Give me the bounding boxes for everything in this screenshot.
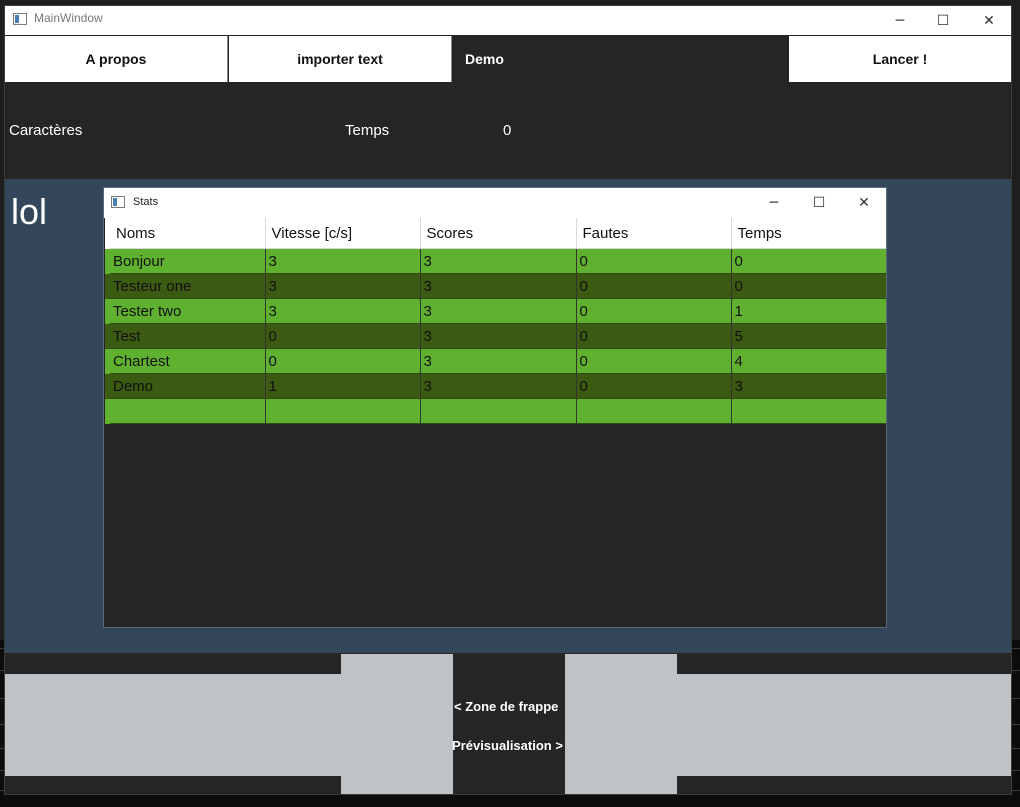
- table-cell[interactable]: 4: [731, 348, 886, 374]
- table-cell[interactable]: 0: [576, 273, 732, 299]
- top-nav: A propos importer text Demo Lancer !: [5, 36, 1011, 83]
- typing-zone-label: < Zone de frappe: [454, 699, 559, 714]
- maximize-button[interactable]: ☐: [920, 6, 966, 35]
- table-cell[interactable]: 0: [576, 323, 732, 349]
- table-cell[interactable]: [731, 398, 886, 424]
- stats-window: Stats ─ ☐ ✕ Noms Vitesse [c/s] Scores Fa…: [103, 187, 887, 628]
- column-header-scores[interactable]: Scores: [420, 218, 577, 249]
- typing-zone-box[interactable]: [341, 654, 453, 794]
- table-cell[interactable]: 3: [420, 323, 577, 349]
- table-row[interactable]: Bonjour 3 3 0 0: [105, 248, 886, 274]
- table-cell[interactable]: 0: [731, 273, 886, 299]
- bottom-panel: < Zone de frappe Prévisualisation >: [5, 654, 1011, 794]
- table-cell[interactable]: 0: [576, 348, 732, 374]
- table-cell[interactable]: 1: [731, 298, 886, 324]
- import-text-button[interactable]: importer text: [229, 36, 452, 82]
- demo-tab[interactable]: Demo: [465, 36, 765, 82]
- time-label: Temps: [345, 122, 390, 139]
- stats-minimize-button[interactable]: ─: [751, 188, 797, 218]
- characters-label: Caractères: [9, 122, 83, 139]
- table-cell[interactable]: 0: [576, 298, 732, 324]
- about-button[interactable]: A propos: [5, 36, 228, 82]
- main-window-title: MainWindow: [34, 11, 103, 25]
- stats-titlebar[interactable]: Stats ─ ☐ ✕: [104, 188, 886, 218]
- table-cell[interactable]: [265, 398, 421, 424]
- preview-label: Prévisualisation >: [452, 738, 563, 753]
- display-text: lol: [11, 191, 48, 232]
- table-cell[interactable]: [110, 398, 266, 424]
- table-cell[interactable]: 0: [265, 348, 421, 374]
- launch-button[interactable]: Lancer !: [789, 36, 1011, 82]
- table-cell[interactable]: 3: [420, 298, 577, 324]
- table-cell[interactable]: 3: [420, 273, 577, 299]
- column-header-speed[interactable]: Vitesse [c/s]: [265, 218, 421, 249]
- table-cell[interactable]: 3: [265, 248, 421, 274]
- table-row[interactable]: Test 0 3 0 5: [105, 323, 886, 349]
- table-cell[interactable]: 3: [420, 373, 577, 399]
- table-cell[interactable]: 3: [420, 348, 577, 374]
- table-cell[interactable]: 5: [731, 323, 886, 349]
- table-cell[interactable]: 0: [731, 248, 886, 274]
- table-cell[interactable]: 0: [576, 373, 732, 399]
- table-cell[interactable]: 3: [265, 273, 421, 299]
- table-row[interactable]: Tester two 3 3 0 1: [105, 298, 886, 324]
- column-header-names[interactable]: Noms: [110, 218, 266, 249]
- time-value: 0: [503, 122, 512, 139]
- table-cell[interactable]: 0: [576, 248, 732, 274]
- table-row[interactable]: Demo 1 3 0 3: [105, 373, 886, 399]
- table-cell[interactable]: Tester two: [110, 298, 266, 324]
- stats-close-button[interactable]: ✕: [841, 188, 886, 218]
- column-header-time[interactable]: Temps: [731, 218, 886, 249]
- table-cell[interactable]: Bonjour: [110, 248, 266, 274]
- preview-box[interactable]: [565, 654, 677, 794]
- table-cell[interactable]: 3: [265, 298, 421, 324]
- table-cell[interactable]: 3: [420, 248, 577, 274]
- table-cell[interactable]: [420, 398, 577, 424]
- table-cell[interactable]: Testeur one: [110, 273, 266, 299]
- stats-window-title: Stats: [133, 196, 159, 208]
- table-row[interactable]: Testeur one 3 3 0 0: [105, 273, 886, 299]
- stats-grid[interactable]: Noms Vitesse [c/s] Scores Fautes Temps B…: [105, 218, 886, 424]
- table-cell[interactable]: 3: [731, 373, 886, 399]
- table-cell[interactable]: 1: [265, 373, 421, 399]
- close-button[interactable]: ✕: [966, 6, 1011, 35]
- table-cell[interactable]: [576, 398, 732, 424]
- window-app-icon: [13, 13, 27, 25]
- table-cell[interactable]: 0: [265, 323, 421, 349]
- table-row[interactable]: [105, 398, 886, 424]
- minimize-button[interactable]: ─: [877, 6, 923, 35]
- preview-panel-right: [677, 674, 1011, 776]
- table-cell[interactable]: Chartest: [110, 348, 266, 374]
- table-row[interactable]: Chartest 0 3 0 4: [105, 348, 886, 374]
- stats-window-icon: [111, 196, 125, 208]
- typing-input-left[interactable]: [5, 674, 341, 776]
- table-cell[interactable]: Test: [110, 323, 266, 349]
- table-cell[interactable]: Demo: [110, 373, 266, 399]
- column-header-errors[interactable]: Fautes: [576, 218, 732, 249]
- main-titlebar[interactable]: MainWindow ─ ☐ ✕: [5, 6, 1011, 35]
- stats-maximize-button[interactable]: ☐: [796, 188, 842, 218]
